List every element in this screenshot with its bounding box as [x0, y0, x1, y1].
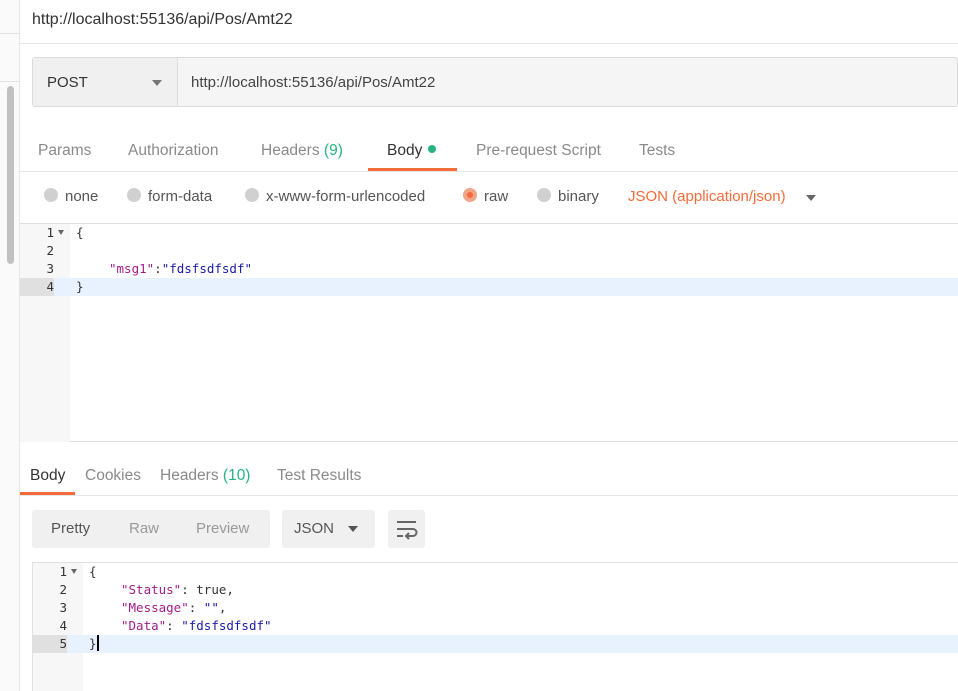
radio-binary[interactable]: binary [537, 188, 599, 205]
radio-none[interactable]: none [44, 188, 98, 205]
code-text: "msg1":"fdsfsdfsdf" [109, 261, 252, 276]
text-cursor [96, 635, 99, 651]
fold-arrow-icon[interactable] [58, 230, 64, 235]
radio-circle-icon [44, 188, 58, 202]
radio-x-www-form-urlencoded[interactable]: x-www-form-urlencoded [245, 188, 425, 205]
headers-count: (10) [222, 467, 251, 484]
code-text: { [76, 225, 84, 240]
headers-count: (9) [323, 142, 343, 159]
preview-button[interactable]: Preview [196, 520, 249, 537]
code-text: { [89, 564, 97, 579]
fold-arrow-icon[interactable] [71, 569, 77, 574]
tab-pre-request-script[interactable]: Pre-request Script [476, 142, 601, 160]
tab-headers[interactable]: Headers (9) [261, 142, 343, 160]
radio-form-data[interactable]: form-data [127, 188, 212, 205]
code-text: } [76, 279, 84, 294]
line-number: 2 [46, 243, 54, 258]
wrap-lines-icon [397, 521, 418, 540]
code-text: "Data": "fdsfsdfsdf" [121, 618, 272, 633]
pretty-button[interactable]: Pretty [51, 520, 90, 537]
sidebar-segment [0, 0, 20, 34]
chevron-down-icon [348, 526, 358, 532]
line-number: 3 [46, 261, 54, 276]
radio-raw[interactable]: raw [463, 188, 508, 205]
content-type-select[interactable]: JSON (application/json) [628, 188, 786, 205]
request-bar: POST http://localhost:55136/api/Pos/Amt2… [32, 57, 958, 107]
code-text: } [89, 635, 99, 651]
tab-tests[interactable]: Tests [639, 142, 675, 160]
method-select[interactable]: POST [33, 58, 178, 106]
line-number: 2 [59, 582, 67, 597]
code-line-active: 4 } [20, 278, 958, 296]
response-tab-cookies[interactable]: Cookies [85, 467, 141, 485]
line-number: 5 [33, 635, 67, 653]
response-body-viewer[interactable]: 1 { 2 "Status": true, 3 "Message": "", 4… [32, 562, 958, 691]
radio-circle-icon [537, 188, 551, 202]
code-line: 2 [20, 242, 958, 260]
active-tab-underline [368, 168, 457, 171]
code-line: 3 "msg1":"fdsfsdfsdf" [20, 260, 958, 278]
code-line: 1 { [33, 563, 958, 581]
view-mode-group: Pretty Raw Preview [32, 510, 270, 548]
line-number: 1 [59, 564, 67, 579]
line-number: 4 [59, 618, 67, 633]
request-tabs: Params Authorization Headers (9) Body Pr… [20, 130, 958, 172]
tab-body[interactable]: Body [387, 142, 437, 160]
method-label: POST [47, 74, 88, 91]
tab-authorization[interactable]: Authorization [128, 142, 218, 160]
radio-selected-icon [463, 188, 477, 202]
active-tab-underline [20, 492, 75, 495]
response-tab-headers[interactable]: Headers (10) [160, 467, 250, 485]
request-title-bar: http://localhost:55136/api/Pos/Amt22 [20, 0, 958, 44]
body-type-options: none form-data x-www-form-urlencoded raw… [20, 172, 958, 224]
format-select[interactable]: JSON [282, 510, 375, 548]
line-number: 1 [46, 225, 54, 240]
response-tab-test-results[interactable]: Test Results [277, 467, 361, 485]
code-line: 1 { [20, 224, 958, 242]
radio-circle-icon [245, 188, 259, 202]
response-tab-body[interactable]: Body [30, 467, 65, 485]
chevron-down-icon[interactable] [806, 195, 816, 201]
url-input[interactable]: http://localhost:55136/api/Pos/Amt22 [191, 74, 435, 91]
request-body-editor[interactable]: 1 { 2 3 "msg1":"fdsfsdfsdf" 4 } [20, 224, 958, 442]
code-line: 4 "Data": "fdsfsdfsdf" [33, 617, 958, 635]
wrap-lines-button[interactable] [388, 510, 425, 548]
format-label: JSON [294, 520, 335, 537]
code-line: 3 "Message": "", [33, 599, 958, 617]
left-sidebar-strip [0, 0, 20, 691]
code-text: "Message": "", [121, 600, 227, 615]
chevron-down-icon [152, 80, 162, 86]
request-title: http://localhost:55136/api/Pos/Amt22 [32, 11, 293, 28]
sidebar-segment [0, 34, 20, 82]
code-line: 2 "Status": true, [33, 581, 958, 599]
line-number: 4 [20, 278, 54, 296]
code-line-active: 5 } [33, 635, 958, 653]
radio-circle-icon [127, 188, 141, 202]
body-modified-dot-icon [428, 145, 437, 153]
raw-button[interactable]: Raw [129, 520, 159, 537]
response-tabs: Body Cookies Headers (10) Test Results [20, 458, 958, 496]
line-number: 3 [59, 600, 67, 615]
scrollbar-thumb[interactable] [7, 86, 14, 264]
code-text: "Status": true, [121, 582, 234, 597]
tab-params[interactable]: Params [38, 142, 91, 160]
